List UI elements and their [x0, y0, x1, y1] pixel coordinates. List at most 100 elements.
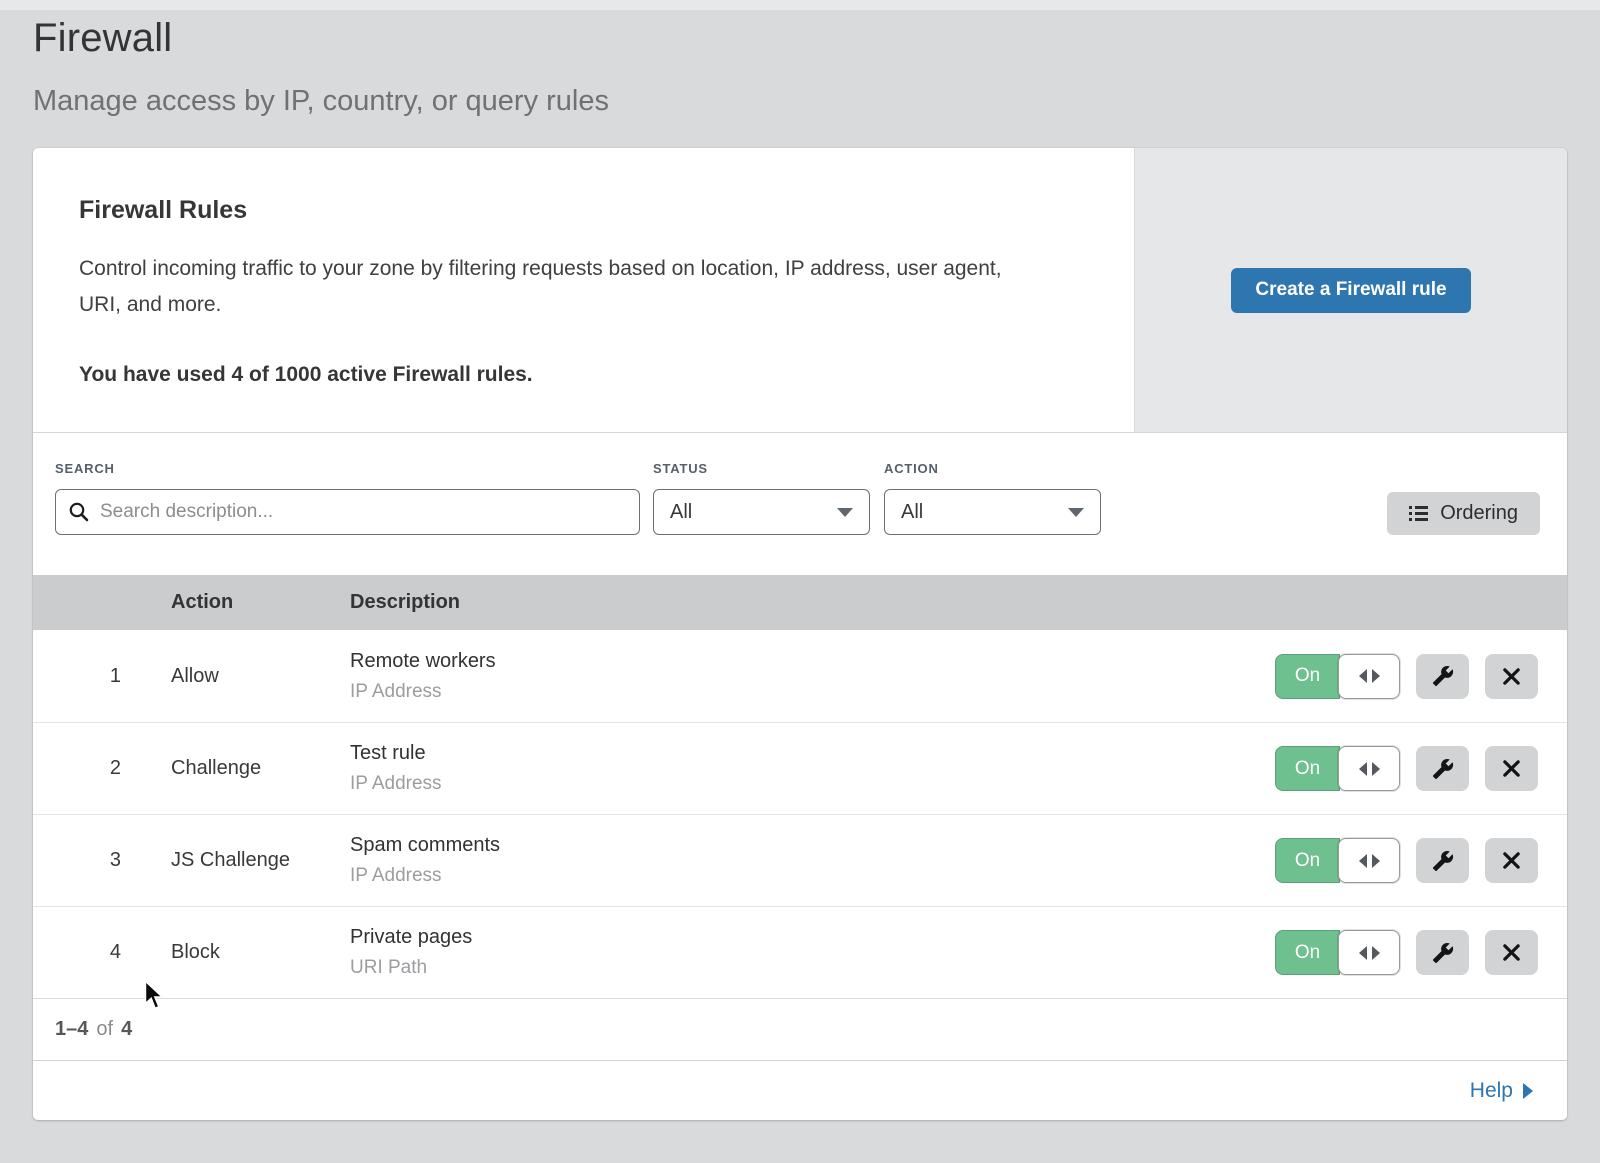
close-icon — [1502, 851, 1521, 870]
arrow-left-icon — [1359, 762, 1367, 776]
action-label: ACTION — [884, 461, 1101, 476]
arrow-right-icon — [1372, 854, 1380, 868]
rule-description-cell: Spam comments IP Address — [350, 834, 1275, 887]
rule-priority: 2 — [33, 757, 121, 780]
rule-description-cell: Test rule IP Address — [350, 742, 1275, 795]
wrench-icon — [1432, 850, 1454, 872]
page-header: Firewall Manage access by IP, country, o… — [33, 12, 1567, 118]
toggle-on-label: On — [1275, 838, 1340, 883]
chevron-right-icon — [1523, 1083, 1533, 1099]
table-row: 4 Block Private pages URI Path On — [33, 906, 1567, 998]
toggle-on-label: On — [1275, 746, 1340, 791]
chevron-down-icon — [1068, 508, 1084, 517]
close-icon — [1502, 667, 1521, 686]
rule-controls: On — [1275, 746, 1567, 791]
rule-field-type: IP Address — [350, 681, 1275, 703]
status-select[interactable]: All — [653, 489, 870, 535]
rule-description: Remote workers — [350, 650, 1275, 673]
action-filter-group: ACTION All — [884, 461, 1101, 535]
rule-controls: On — [1275, 838, 1567, 883]
status-filter-group: STATUS All — [653, 461, 870, 535]
card-footer: Help — [33, 1060, 1567, 1120]
rule-description: Private pages — [350, 926, 1275, 949]
edit-rule-button[interactable] — [1416, 838, 1469, 883]
rule-description-cell: Remote workers IP Address — [350, 650, 1275, 703]
delete-rule-button[interactable] — [1485, 930, 1538, 975]
toggle-handle[interactable] — [1338, 838, 1400, 883]
wrench-icon — [1432, 665, 1454, 687]
rule-priority: 4 — [33, 941, 121, 964]
intro-heading: Firewall Rules — [79, 196, 1094, 225]
intro-section: Firewall Rules Control incoming traffic … — [33, 148, 1567, 433]
create-rule-panel: Create a Firewall rule — [1134, 148, 1567, 432]
ordering-button-label: Ordering — [1440, 502, 1518, 525]
delete-rule-button[interactable] — [1485, 838, 1538, 883]
firewall-page: Firewall Manage access by IP, country, o… — [0, 0, 1600, 1120]
table-row: 1 Allow Remote workers IP Address On — [33, 630, 1567, 722]
ordering-list-icon — [1409, 505, 1428, 522]
rule-description: Spam comments — [350, 834, 1275, 857]
table-row: 2 Challenge Test rule IP Address On — [33, 722, 1567, 814]
status-label: STATUS — [653, 461, 870, 476]
rule-field-type: IP Address — [350, 865, 1275, 887]
rule-action: Allow — [171, 665, 333, 688]
arrow-right-icon — [1372, 669, 1380, 683]
rule-action: Challenge — [171, 757, 333, 780]
toggle-on-label: On — [1275, 930, 1340, 975]
wrench-icon — [1432, 942, 1454, 964]
edit-rule-button[interactable] — [1416, 930, 1469, 975]
help-link[interactable]: Help — [1470, 1079, 1533, 1103]
search-label: SEARCH — [55, 461, 640, 476]
wrench-icon — [1432, 758, 1454, 780]
intro-text-block: Firewall Rules Control incoming traffic … — [33, 148, 1134, 432]
rule-field-type: IP Address — [350, 773, 1275, 795]
rule-enabled-toggle[interactable]: On — [1275, 654, 1400, 699]
rule-action: JS Challenge — [171, 849, 333, 872]
rule-action: Block — [171, 941, 333, 964]
table-header: Action Description — [33, 575, 1567, 630]
create-firewall-rule-button[interactable]: Create a Firewall rule — [1231, 268, 1470, 313]
close-icon — [1502, 759, 1521, 778]
page-subtitle: Manage access by IP, country, or query r… — [33, 85, 1567, 118]
arrow-right-icon — [1372, 946, 1380, 960]
edit-rule-button[interactable] — [1416, 654, 1469, 699]
search-box — [55, 489, 640, 535]
rule-enabled-toggle[interactable]: On — [1275, 930, 1400, 975]
rule-priority: 1 — [33, 665, 121, 688]
search-icon — [68, 501, 89, 522]
delete-rule-button[interactable] — [1485, 746, 1538, 791]
status-selected-value: All — [670, 501, 692, 524]
edit-rule-button[interactable] — [1416, 746, 1469, 791]
filter-bar: SEARCH STATUS All ACTION — [33, 433, 1567, 575]
arrow-left-icon — [1359, 854, 1367, 868]
firewall-rules-card: Firewall Rules Control incoming traffic … — [33, 148, 1567, 1120]
table-body: 1 Allow Remote workers IP Address On — [33, 630, 1567, 998]
search-filter-group: SEARCH — [55, 461, 640, 535]
ordering-button[interactable]: Ordering — [1387, 492, 1540, 535]
action-column-header: Action — [171, 591, 333, 614]
toggle-handle[interactable] — [1338, 654, 1400, 699]
toggle-handle[interactable] — [1338, 746, 1400, 791]
arrow-left-icon — [1359, 946, 1367, 960]
pagination-bar: 1–4 of 4 — [33, 998, 1567, 1060]
toggle-on-label: On — [1275, 654, 1340, 699]
arrow-right-icon — [1372, 762, 1380, 776]
arrow-left-icon — [1359, 669, 1367, 683]
pagination-range: 1–4 — [55, 1018, 88, 1041]
action-select[interactable]: All — [884, 489, 1101, 535]
close-icon — [1502, 943, 1521, 962]
rule-controls: On — [1275, 654, 1567, 699]
intro-description: Control incoming traffic to your zone by… — [79, 251, 1029, 323]
toggle-handle[interactable] — [1338, 930, 1400, 975]
table-row: 3 JS Challenge Spam comments IP Address … — [33, 814, 1567, 906]
delete-rule-button[interactable] — [1485, 654, 1538, 699]
rule-enabled-toggle[interactable]: On — [1275, 838, 1400, 883]
chevron-down-icon — [837, 508, 853, 517]
pagination-of: of — [96, 1018, 113, 1041]
pagination-total: 4 — [121, 1018, 132, 1041]
rule-enabled-toggle[interactable]: On — [1275, 746, 1400, 791]
rule-description: Test rule — [350, 742, 1275, 765]
rule-controls: On — [1275, 930, 1567, 975]
action-selected-value: All — [901, 501, 923, 524]
search-input[interactable] — [55, 489, 640, 535]
